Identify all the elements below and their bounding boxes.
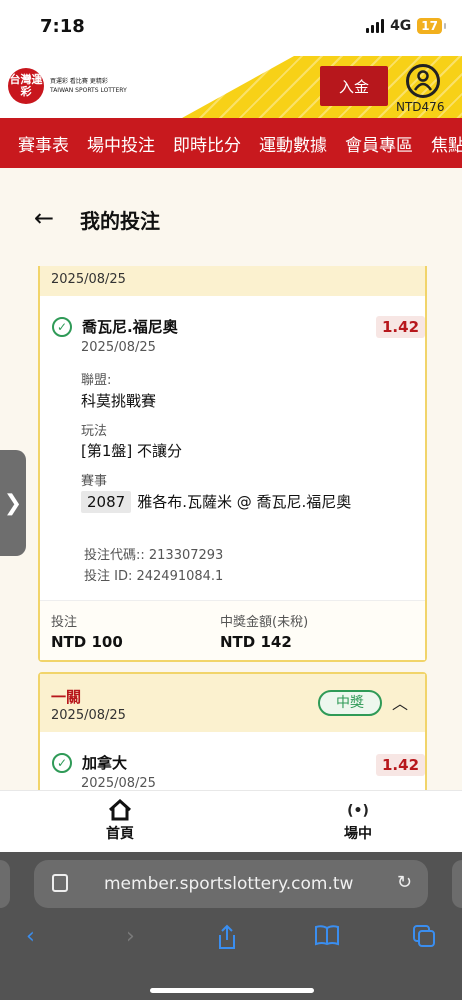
logo-slogan: 買運彩 看比賽 更精彩 (50, 78, 108, 85)
payout-label: 中獎金額(未稅) (220, 615, 309, 630)
back-arrow-icon[interactable]: ← (34, 204, 54, 232)
stake-label: 投注 (51, 615, 78, 630)
event-label: 賽事 (81, 474, 108, 489)
odds-value: 1.42 (376, 754, 426, 776)
stake-value: NTD 100 (51, 633, 123, 651)
bet-card-header[interactable]: 一關 2025/08/25 中獎 ︿ (40, 674, 425, 732)
event-name: 雅各布.瓦薩米 @ 喬瓦尼.福尼奧 (137, 493, 352, 511)
status-right: 4G 17 (366, 18, 446, 34)
tab-live-label: 場中 (344, 826, 372, 842)
bet-code: 投注代碼:: 213307293 (84, 548, 224, 563)
check-circle-icon: ✓ (52, 752, 72, 773)
url-text: member.sportslottery.com.tw (104, 874, 354, 894)
bet-date: 2025/08/25 (51, 708, 126, 723)
league-value: 科莫挑戰賽 (81, 392, 157, 410)
selection-row: ✓ 喬瓦尼.福尼奧 (52, 316, 178, 337)
address-bar[interactable]: member.sportslottery.com.tw ↻ (34, 860, 428, 908)
forward-icon[interactable]: › (126, 924, 135, 949)
selection-name: 喬瓦尼.福尼奧 (82, 318, 178, 336)
bet-card-header: 2025/08/25 中獎 (40, 266, 425, 296)
bets-list[interactable]: 2025/08/25 中獎 ✓ 喬瓦尼.福尼奧 1.42 2025/08/25 … (0, 266, 462, 790)
nav-item-member[interactable]: 會員專區 (336, 131, 422, 156)
browser-chrome: member.sportslottery.com.tw ↻ ‹ › (0, 852, 462, 1000)
share-icon[interactable] (216, 924, 238, 956)
chevron-up-icon[interactable]: ︿ (392, 690, 408, 714)
bet-card: 2025/08/25 中獎 ✓ 喬瓦尼.福尼奧 1.42 2025/08/25 … (38, 266, 427, 662)
bet-date: 2025/08/25 (51, 272, 126, 287)
page-title: 我的投注 (80, 209, 160, 233)
selection-date: 2025/08/25 (81, 340, 156, 355)
check-circle-icon: ✓ (52, 316, 72, 337)
bookmarks-icon[interactable] (314, 924, 340, 952)
logo-english: TAIWAN SPORTS LOTTERY (50, 87, 127, 94)
status-time: 7:18 (40, 16, 85, 37)
site-logo[interactable]: 台灣運彩 買運彩 看比賽 更精彩 TAIWAN SPORTS LOTTERY (8, 68, 127, 104)
nav-item-focus[interactable]: 焦點 (422, 131, 462, 156)
bet-id: 投注 ID: 242491084.1 (84, 569, 224, 584)
selection-name: 加拿大 (82, 754, 128, 772)
event-number: 2087 (81, 491, 132, 513)
bottom-tabbar: 首頁 (•) 場中 (0, 790, 462, 852)
nav-item-sports-data[interactable]: 運動數據 (250, 131, 336, 156)
bet-type: 一關 (51, 688, 82, 706)
market-label: 玩法 (81, 424, 108, 439)
network-label: 4G (390, 18, 412, 34)
reload-icon[interactable]: ↻ (397, 872, 412, 893)
event-row: 2087 雅各布.瓦薩米 @ 喬瓦尼.福尼奧 (81, 491, 352, 513)
status-bar: 7:18 4G 17 (0, 0, 462, 56)
league-label: 聯盟: (81, 373, 112, 388)
main-nav: 賽事表 場中投注 即時比分 運動數據 會員專區 焦點 (0, 118, 462, 168)
account-icon[interactable] (406, 64, 440, 98)
status-badge: 中獎 (318, 690, 382, 716)
tabs-icon[interactable] (412, 924, 436, 954)
logo-mark: 台灣運彩 (8, 68, 44, 104)
site-header: 台灣運彩 買運彩 看比賽 更精彩 TAIWAN SPORTS LOTTERY 入… (0, 56, 462, 118)
side-drawer-handle[interactable]: ❯ (0, 450, 26, 556)
home-icon (70, 798, 170, 823)
back-icon[interactable]: ‹ (26, 924, 35, 949)
signal-icon (366, 19, 385, 33)
bet-card: 一關 2025/08/25 中獎 ︿ ✓ 加拿大 1.42 2025/08/25 (38, 672, 427, 790)
selection-date: 2025/08/25 (81, 776, 156, 790)
tab-live[interactable]: (•) 場中 (308, 799, 408, 843)
nav-item-live-scores[interactable]: 即時比分 (164, 131, 250, 156)
page-header: ← 我的投注 (0, 168, 462, 266)
selection-row: ✓ 加拿大 (52, 752, 127, 773)
market-value: [第1盤] 不讓分 (81, 442, 183, 460)
page-menu-icon[interactable] (52, 874, 68, 892)
deposit-button[interactable]: 入金 (320, 66, 388, 106)
battery-icon: 17 (417, 18, 446, 34)
home-indicator (150, 988, 314, 993)
broadcast-icon: (•) (347, 803, 369, 819)
nav-item-live-betting[interactable]: 場中投注 (78, 131, 164, 156)
tab-home-label: 首頁 (106, 826, 134, 842)
bet-summary: 投注 NTD 100 中獎金額(未稅) NTD 142 (40, 600, 425, 660)
payout-value: NTD 142 (220, 633, 292, 651)
tab-home[interactable]: 首頁 (70, 798, 170, 843)
account-balance: NTD476 (396, 100, 445, 114)
nav-item-schedule[interactable]: 賽事表 (0, 131, 78, 156)
odds-value: 1.42 (376, 316, 426, 338)
